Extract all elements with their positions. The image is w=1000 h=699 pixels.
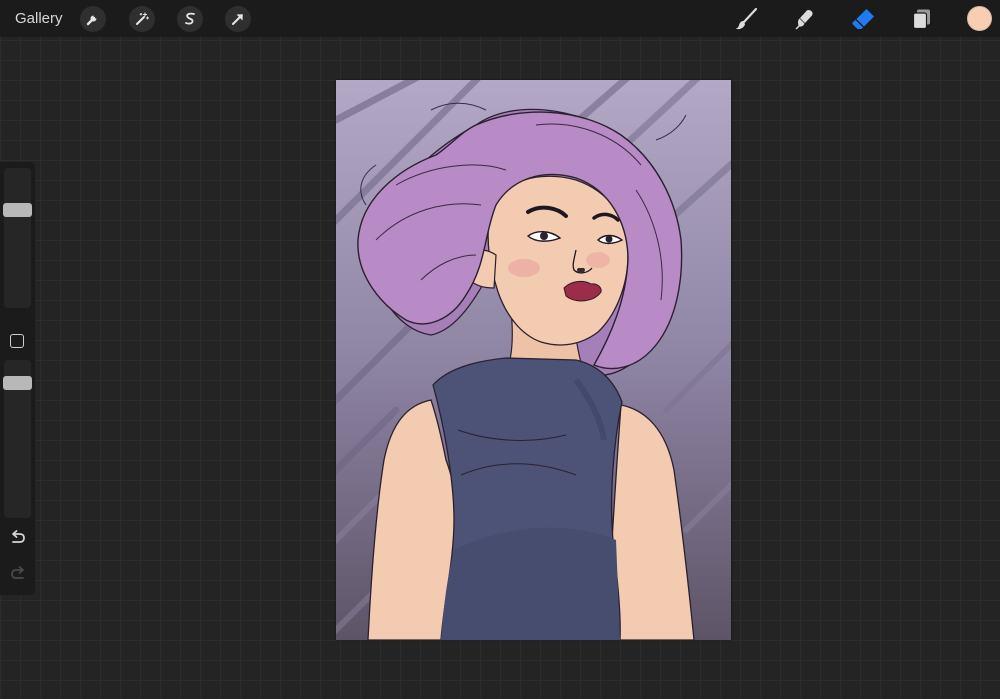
drawing-canvas[interactable] [336, 80, 731, 640]
magic-wand-icon[interactable] [129, 6, 155, 32]
left-cheek-blush [508, 259, 540, 277]
wrench-icon[interactable] [80, 6, 106, 32]
eraser-icon[interactable] [850, 6, 876, 32]
right-cheek-blush [586, 252, 610, 268]
brush-size-slider[interactable] [4, 168, 31, 308]
right-pupil [605, 235, 613, 243]
left-sidebar [0, 162, 35, 595]
top-toolbar: Gallery [0, 0, 1000, 37]
left-pupil [540, 232, 548, 240]
modify-button[interactable] [10, 334, 24, 348]
undo-icon[interactable] [9, 529, 27, 547]
transform-arrow-icon[interactable] [225, 6, 251, 32]
brush-size-thumb[interactable] [3, 203, 32, 218]
opacity-thumb[interactable] [3, 376, 32, 390]
redo-icon[interactable] [9, 565, 27, 583]
gallery-button[interactable]: Gallery [15, 10, 63, 27]
brush-icon[interactable] [733, 6, 759, 32]
smudge-icon[interactable] [791, 6, 817, 32]
top-shadow [441, 527, 620, 640]
color-swatch[interactable] [967, 6, 992, 31]
selection-icon[interactable] [177, 6, 203, 32]
layers-icon[interactable] [909, 6, 935, 32]
